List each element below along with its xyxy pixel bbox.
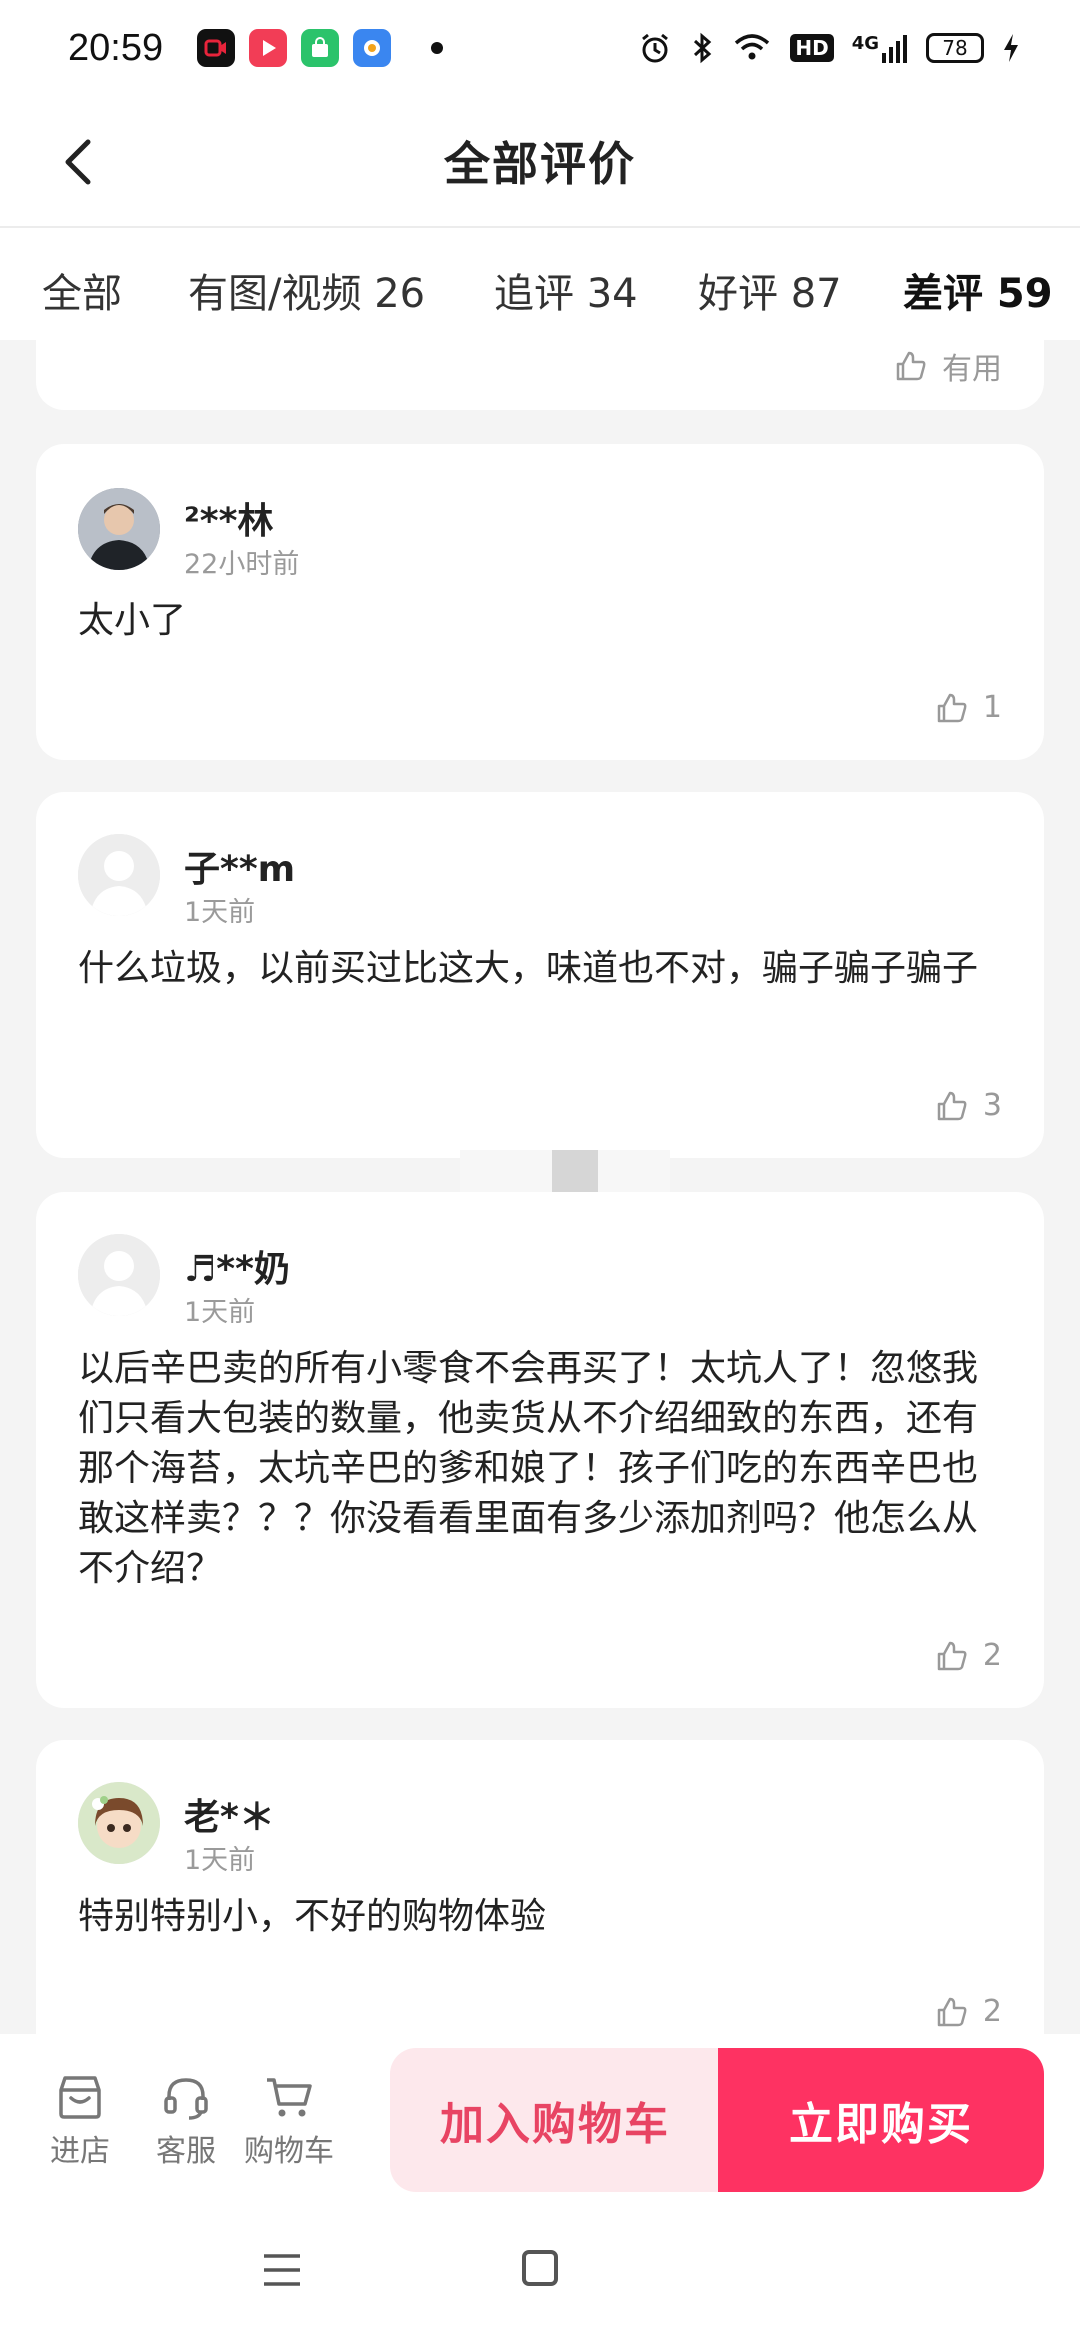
cart-icon [267, 2078, 312, 2117]
tab-positive[interactable]: 好评 87 [698, 261, 842, 319]
home-icon[interactable] [522, 2250, 558, 2286]
review-text: 太小了 [78, 600, 187, 641]
useful-button[interactable]: 2 [935, 1994, 1002, 2029]
useful-button[interactable]: 有用 [894, 344, 1002, 388]
username: 子**m [184, 849, 296, 890]
avatar [78, 834, 160, 916]
thumbs-up-icon [937, 1997, 967, 2026]
play-app-icon [249, 29, 288, 67]
signal-indicator: 4G [852, 33, 908, 63]
useful-count: 1 [982, 690, 1002, 725]
review-card: 老*＊ 1天前 特别特别小，不好的购物体验 2 [36, 1740, 1044, 2034]
useful-count: 2 [982, 1638, 1002, 1673]
cart-label: 购物车 [244, 2134, 334, 2169]
tab-all[interactable]: 全部 [42, 261, 122, 319]
battery-indicator: 78 [926, 33, 984, 63]
review-list: 有用 ²**林 22小时前 太小了 1 子**m 1天前 什么垃圾，以前买过比这… [0, 340, 1080, 2034]
useful-label: 有用 [942, 352, 1002, 387]
bottom-action-bar: 进店 客服 购物车 加入购物车 立即购买 [0, 2034, 1080, 2200]
page-title: 全部评价 [444, 137, 636, 191]
status-time: 20:59 [68, 26, 164, 69]
buy-now-button[interactable]: 立即购买 [718, 2048, 1044, 2192]
add-to-cart-button[interactable]: 加入购物车 [390, 2048, 720, 2192]
review-text: 特别特别小，不好的购物体验 [78, 1896, 547, 1937]
review-text: 什么垃圾，以前买过比这大，味道也不对，骗子骗子骗子 [78, 948, 979, 989]
notification-dot-icon [431, 42, 444, 54]
store-button[interactable]: 进店 [50, 2070, 110, 2170]
headset-icon [164, 2078, 208, 2120]
avatar [78, 1234, 160, 1316]
avatar [78, 1782, 160, 1864]
tab-negative[interactable]: 差评 59 [903, 261, 1053, 319]
review-card: 有用 [36, 340, 1044, 410]
status-bar: 20:59 HD 4G 78 [0, 0, 1080, 96]
store-label: 进店 [50, 2134, 110, 2169]
shopping-app-icon [301, 29, 340, 67]
cart-nav-button[interactable]: 购物车 [244, 2070, 334, 2170]
hd-badge: HD [790, 34, 834, 62]
review-text: 以后辛巴卖的所有小零食不会再买了！太坑人了！忽悠我们只看大包装的数量，他卖货从不… [78, 1348, 979, 1589]
menu-icon[interactable] [262, 2252, 302, 2288]
bluetooth-icon [694, 32, 712, 64]
thumbs-up-icon [937, 1641, 967, 1670]
browser-app-icon [353, 29, 392, 67]
video-app-icon [197, 29, 236, 67]
useful-button[interactable]: 1 [935, 690, 1002, 725]
username: 老*＊ [184, 1797, 275, 1838]
tab-with-media[interactable]: 有图/视频 26 [188, 261, 425, 319]
alarm-icon [642, 33, 669, 63]
thumbs-up-icon [937, 1091, 967, 1120]
wifi-icon [735, 34, 770, 60]
review-time: 1天前 [184, 897, 256, 928]
useful-count: 2 [982, 1994, 1002, 2029]
signal-icon [882, 35, 907, 63]
thumbs-up-icon [937, 693, 967, 722]
review-card: ²**林 22小时前 太小了 1 [36, 444, 1044, 760]
tab-follow-up[interactable]: 追评 34 [494, 261, 638, 319]
loading-block [552, 1150, 598, 1196]
avatar [78, 488, 160, 570]
review-card: 子**m 1天前 什么垃圾，以前买过比这大，味道也不对，骗子骗子骗子 3 [36, 792, 1044, 1158]
review-card: ♬**奶 1天前 以后辛巴卖的所有小零食不会再买了！太坑人了！忽悠我们只看大包装… [36, 1192, 1044, 1708]
network-type: 4G [851, 33, 879, 54]
charging-icon [1004, 34, 1018, 62]
status-indicators: HD 4G 78 [638, 31, 1020, 65]
store-icon [59, 2076, 101, 2119]
username: ♬**奶 [184, 1249, 290, 1290]
customer-service-button[interactable]: 客服 [156, 2070, 216, 2170]
page-header: 全部评价 [0, 96, 1080, 228]
back-arrow-icon[interactable] [50, 132, 110, 192]
system-navigation-bar [0, 2200, 1080, 2340]
useful-count: 3 [982, 1088, 1002, 1123]
customer-service-label: 客服 [156, 2134, 216, 2169]
review-time: 1天前 [184, 1297, 256, 1328]
thumbs-up-icon [896, 351, 926, 381]
username: ²**林 [184, 501, 274, 542]
review-time: 22小时前 [184, 549, 300, 580]
useful-button[interactable]: 3 [935, 1088, 1002, 1123]
useful-button[interactable]: 2 [935, 1638, 1002, 1673]
filter-tabs: 全部 有图/视频 26 追评 34 好评 87 差评 59 [0, 228, 1080, 340]
review-time: 1天前 [184, 1845, 256, 1876]
